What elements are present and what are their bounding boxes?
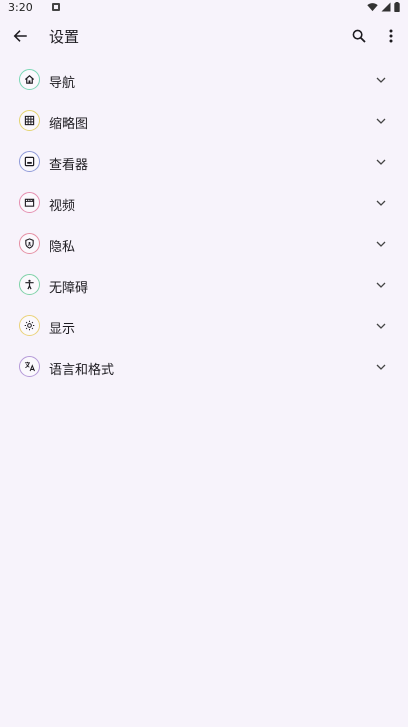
accessibility-icon <box>19 274 40 295</box>
settings-item-label: 查看器 <box>49 158 89 173</box>
settings-item-display[interactable]: 显示 <box>0 306 408 347</box>
status-icons <box>367 2 400 12</box>
page-title: 设置 <box>49 28 80 46</box>
cell-signal-icon <box>381 2 391 12</box>
status-bar: 3:20 <box>0 0 408 16</box>
settings-list: 导航 缩略图 查看器 视频 隐私 无障碍 显示 语言和格式 <box>0 60 408 388</box>
home-icon <box>19 69 40 90</box>
chevron-down-icon <box>374 196 388 210</box>
chevron-down-icon <box>374 237 388 251</box>
battery-icon <box>394 2 400 12</box>
clapperboard-icon <box>19 192 40 213</box>
brightness-icon <box>19 315 40 336</box>
chevron-down-icon <box>374 114 388 128</box>
translate-icon <box>19 356 40 377</box>
more-options-button[interactable] <box>377 22 405 50</box>
chevron-down-icon <box>374 319 388 333</box>
app-bar: 设置 <box>0 18 408 54</box>
back-button[interactable] <box>6 22 34 50</box>
settings-item-label: 隐私 <box>49 240 76 255</box>
wifi-icon <box>367 3 378 12</box>
more-vertical-icon <box>389 29 393 43</box>
arrow-back-icon <box>13 30 27 42</box>
settings-item-language-format[interactable]: 语言和格式 <box>0 347 408 388</box>
settings-item-video[interactable]: 视频 <box>0 183 408 224</box>
settings-item-accessibility[interactable]: 无障碍 <box>0 265 408 306</box>
settings-item-privacy[interactable]: 隐私 <box>0 224 408 265</box>
settings-item-navigation[interactable]: 导航 <box>0 60 408 101</box>
settings-item-label: 显示 <box>49 322 76 337</box>
settings-item-label: 视频 <box>49 199 76 214</box>
status-time: 3:20 <box>8 1 33 14</box>
grid-icon <box>19 110 40 131</box>
settings-item-label: 无障碍 <box>49 281 89 296</box>
chevron-down-icon <box>374 155 388 169</box>
chevron-down-icon <box>374 278 388 292</box>
shield-lock-icon <box>19 233 40 254</box>
settings-item-thumbnails[interactable]: 缩略图 <box>0 101 408 142</box>
image-frame-icon <box>19 151 40 172</box>
search-button[interactable] <box>345 22 373 50</box>
settings-item-label: 缩略图 <box>49 117 89 132</box>
settings-item-label: 导航 <box>49 76 76 91</box>
search-icon <box>352 29 366 43</box>
settings-item-viewer[interactable]: 查看器 <box>0 142 408 183</box>
settings-item-label: 语言和格式 <box>49 363 115 378</box>
chevron-down-icon <box>374 73 388 87</box>
notification-square-icon <box>52 3 60 11</box>
chevron-down-icon <box>374 360 388 374</box>
